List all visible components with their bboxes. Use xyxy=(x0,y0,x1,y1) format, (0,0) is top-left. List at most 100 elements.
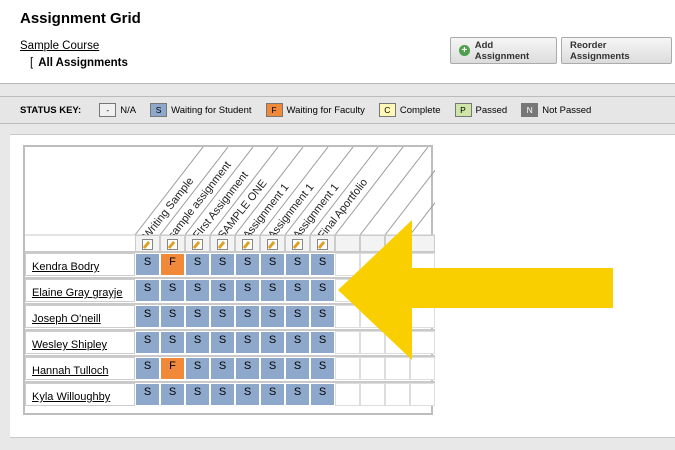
edit-icon xyxy=(317,238,328,250)
status-cell[interactable]: S xyxy=(285,331,310,354)
status-swatch: - xyxy=(99,103,117,117)
status-swatch: N xyxy=(521,103,539,117)
status-key-label: Waiting for Student xyxy=(171,104,252,116)
breadcrumb-current: All Assignments xyxy=(38,57,128,69)
status-swatch: C xyxy=(378,103,396,117)
student-name-link[interactable]: Kendra Bodry xyxy=(32,261,99,273)
status-cell[interactable]: S xyxy=(185,357,210,380)
status-cell[interactable]: S xyxy=(210,305,235,328)
status-cell[interactable]: S xyxy=(210,357,235,380)
status-cell[interactable]: S xyxy=(260,253,285,276)
status-cell[interactable]: S xyxy=(135,357,160,380)
status-key-item: S Waiting for Student xyxy=(150,103,252,117)
status-cell[interactable]: S xyxy=(310,253,335,276)
status-cell[interactable]: S xyxy=(135,253,160,276)
status-cell[interactable]: S xyxy=(160,331,185,354)
edit-icon xyxy=(167,238,178,250)
empty-cell xyxy=(385,383,410,406)
status-cell[interactable]: S xyxy=(260,279,285,302)
status-cell[interactable]: S xyxy=(235,253,260,276)
student-name-link[interactable]: Joseph O'neill xyxy=(32,313,101,325)
status-cell[interactable]: S xyxy=(135,331,160,354)
status-key-item: F Waiting for Faculty xyxy=(265,103,365,117)
student-name-link[interactable]: Kyla Willoughby xyxy=(32,391,110,403)
status-swatch: F xyxy=(265,103,283,117)
status-key-label: N/A xyxy=(120,104,137,116)
status-cell[interactable]: S xyxy=(160,305,185,328)
status-cell[interactable]: S xyxy=(310,331,335,354)
empty-cell xyxy=(360,357,385,380)
student-name-cell: Wesley Shipley xyxy=(25,331,135,354)
status-swatch: S xyxy=(150,103,168,117)
status-cell[interactable]: S xyxy=(310,305,335,328)
edit-icon xyxy=(192,238,203,250)
status-cell[interactable]: F xyxy=(160,253,185,276)
status-cell[interactable]: S xyxy=(185,253,210,276)
status-key-items: - N/A S Waiting for Student F Waiting for Fac… xyxy=(99,103,605,117)
reorder-assignments-label: Reorder Assignments xyxy=(570,39,630,62)
empty-cell xyxy=(410,383,435,406)
empty-cell xyxy=(410,357,435,380)
status-key-item: N Not Passed xyxy=(521,103,591,117)
student-name-cell: Kyla Willoughby xyxy=(25,383,135,406)
status-cell[interactable]: S xyxy=(135,279,160,302)
status-cell[interactable]: S xyxy=(210,383,235,406)
add-assignment-label: Add Assignment xyxy=(474,39,530,62)
breadcrumb-bracket: [ xyxy=(30,57,34,69)
status-key-label: Waiting for Faculty xyxy=(286,104,365,116)
status-cell[interactable]: S xyxy=(235,279,260,302)
student-name-link[interactable]: Hannah Tulloch xyxy=(32,365,108,377)
course-link[interactable]: Sample Course xyxy=(20,40,99,52)
status-cell[interactable]: S xyxy=(185,279,210,302)
edit-icon xyxy=(292,238,303,250)
student-name-link[interactable]: Elaine Gray grayje xyxy=(32,287,123,299)
status-cell[interactable]: S xyxy=(185,305,210,328)
student-name-link[interactable]: Wesley Shipley xyxy=(32,339,107,351)
status-cell[interactable]: S xyxy=(310,383,335,406)
status-cell[interactable]: S xyxy=(285,383,310,406)
status-key-label: Passed xyxy=(475,104,508,116)
status-cell[interactable]: S xyxy=(260,357,285,380)
status-cell[interactable]: S xyxy=(285,279,310,302)
page-header: Assignment Grid Sample Course [ All Assig… xyxy=(0,0,675,84)
status-cell[interactable]: S xyxy=(135,305,160,328)
status-cell[interactable]: S xyxy=(285,357,310,380)
status-cell[interactable]: S xyxy=(210,331,235,354)
status-cell[interactable]: S xyxy=(185,383,210,406)
status-cell[interactable]: S xyxy=(260,331,285,354)
status-swatch: P xyxy=(454,103,472,117)
edit-icon xyxy=(267,238,278,250)
student-name-cell: Elaine Gray grayje xyxy=(25,279,135,302)
status-cell[interactable]: S xyxy=(160,279,185,302)
status-key: STATUS KEY: - N/A S Waiting for Student F Wai… xyxy=(0,96,675,124)
status-cell[interactable]: S xyxy=(260,383,285,406)
empty-cell xyxy=(335,357,360,380)
status-cell[interactable]: S xyxy=(135,383,160,406)
status-key-label: Not Passed xyxy=(542,104,592,116)
status-cell[interactable]: S xyxy=(185,331,210,354)
status-cell[interactable]: F xyxy=(160,357,185,380)
page-title: Assignment Grid xyxy=(20,10,141,27)
status-cell[interactable]: S xyxy=(160,383,185,406)
status-key-title: STATUS KEY: xyxy=(20,104,82,116)
yellow-arrow-annotation xyxy=(338,220,613,360)
empty-cell xyxy=(360,383,385,406)
status-cell[interactable]: S xyxy=(210,279,235,302)
add-assignment-button[interactable]: + Add Assignment xyxy=(450,37,557,64)
status-cell[interactable]: S xyxy=(235,357,260,380)
reorder-assignments-button[interactable]: Reorder Assignments xyxy=(561,37,672,64)
edit-icon xyxy=(242,238,253,250)
status-cell[interactable]: S xyxy=(260,305,285,328)
status-cell[interactable]: S xyxy=(285,305,310,328)
student-name-cell: Kendra Bodry xyxy=(25,253,135,276)
status-cell[interactable]: S xyxy=(285,253,310,276)
status-cell[interactable]: S xyxy=(210,253,235,276)
status-cell[interactable]: S xyxy=(310,279,335,302)
status-cell[interactable]: S xyxy=(235,305,260,328)
student-name-cell: Joseph O'neill xyxy=(25,305,135,328)
status-key-item: - N/A xyxy=(99,103,136,117)
status-cell[interactable]: S xyxy=(235,383,260,406)
status-cell[interactable]: S xyxy=(310,357,335,380)
status-cell[interactable]: S xyxy=(235,331,260,354)
edit-icon xyxy=(217,238,228,250)
